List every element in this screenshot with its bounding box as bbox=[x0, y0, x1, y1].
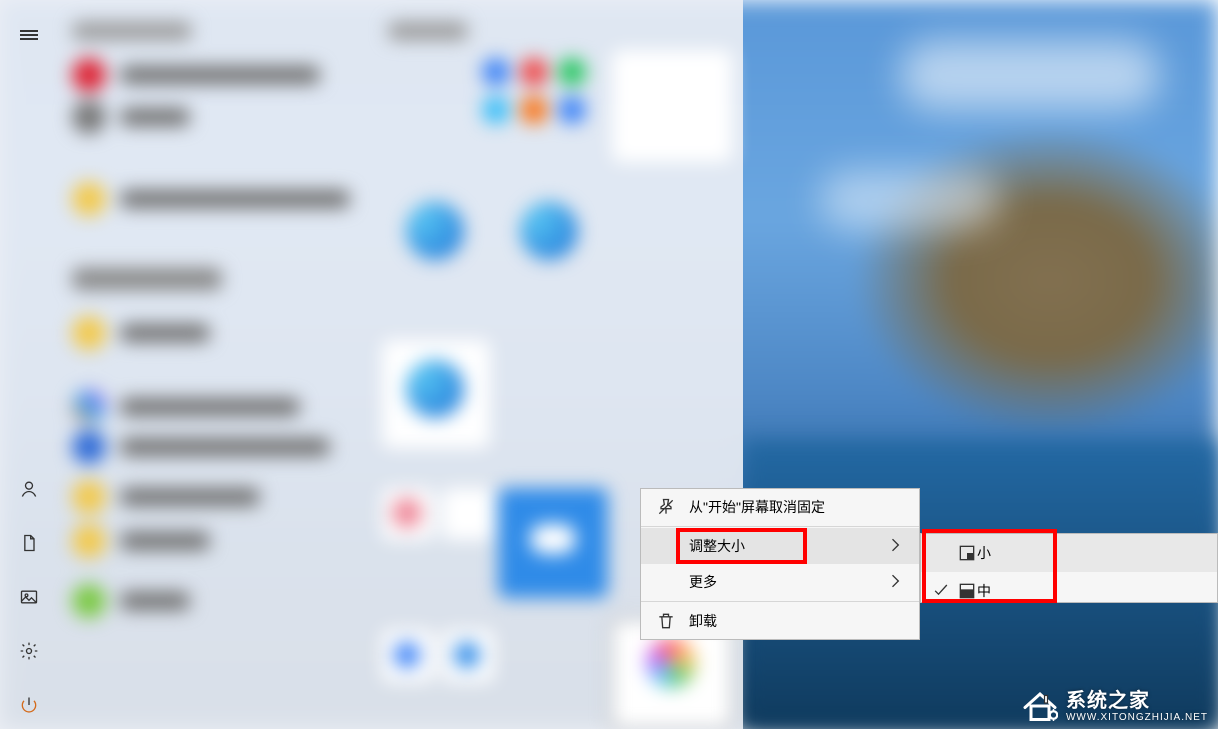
separator bbox=[641, 526, 919, 527]
menu-unpin-from-start[interactable]: 从"开始"屏幕取消固定 bbox=[641, 489, 919, 525]
resize-submenu: 小 中 bbox=[920, 533, 1218, 603]
menu-item-label: 卸载 bbox=[689, 611, 717, 631]
house-icon bbox=[1022, 689, 1058, 723]
menu-resize[interactable]: 调整大小 bbox=[641, 528, 919, 564]
check-icon bbox=[931, 580, 951, 603]
settings-icon[interactable] bbox=[14, 636, 44, 666]
menu-item-label: 小 bbox=[977, 543, 991, 563]
resize-medium[interactable]: 中 bbox=[921, 572, 1217, 603]
pictures-icon[interactable] bbox=[14, 582, 44, 612]
tile-medium-icon bbox=[957, 581, 977, 601]
watermark-title: 系统之家 bbox=[1066, 690, 1208, 712]
menu-item-label: 调整大小 bbox=[689, 536, 745, 556]
trash-icon bbox=[655, 610, 677, 632]
menu-uninstall[interactable]: 卸载 bbox=[641, 603, 919, 639]
wallpaper-cloud bbox=[900, 40, 1160, 110]
tile-context-menu: 从"开始"屏幕取消固定 调整大小 更多 卸载 bbox=[640, 488, 920, 640]
unpin-icon bbox=[655, 496, 677, 518]
menu-more[interactable]: 更多 bbox=[641, 564, 919, 600]
site-watermark: 系统之家 WWW.XITONGZHIJIA.NET bbox=[1022, 689, 1208, 723]
power-icon[interactable] bbox=[14, 690, 44, 720]
start-menu-panel bbox=[0, 0, 743, 729]
watermark-url: WWW.XITONGZHIJIA.NET bbox=[1066, 712, 1208, 723]
screen: 从"开始"屏幕取消固定 调整大小 更多 卸载 bbox=[0, 0, 1218, 729]
chevron-right-icon bbox=[885, 571, 905, 594]
menu-item-label: 从"开始"屏幕取消固定 bbox=[689, 497, 825, 517]
menu-item-label: 更多 bbox=[689, 572, 717, 592]
account-icon[interactable] bbox=[14, 474, 44, 504]
start-rail bbox=[0, 0, 58, 729]
menu-icon[interactable] bbox=[14, 20, 44, 50]
wallpaper-cloud bbox=[820, 170, 1000, 230]
resize-small[interactable]: 小 bbox=[921, 534, 1217, 572]
tile-small-icon bbox=[957, 543, 977, 563]
documents-icon[interactable] bbox=[14, 528, 44, 558]
chevron-right-icon bbox=[885, 535, 905, 558]
separator bbox=[641, 601, 919, 602]
menu-item-label: 中 bbox=[977, 581, 991, 601]
